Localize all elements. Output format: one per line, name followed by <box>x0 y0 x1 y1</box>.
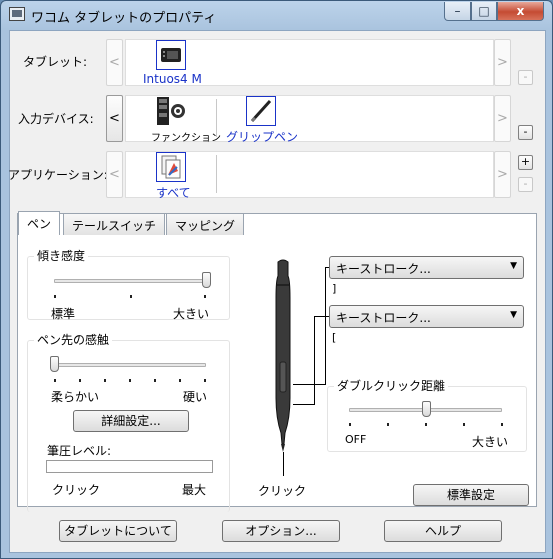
lower-button-key-value: [ <box>332 331 337 344</box>
pen-tip-leader <box>283 452 284 476</box>
lower-button-dropdown[interactable]: キーストローク... ▼ <box>329 305 524 328</box>
tip-tick <box>79 379 81 382</box>
tip-feel-max-label: 硬い <box>183 390 208 404</box>
tilt-tick <box>130 295 132 298</box>
tilt-tick <box>54 295 56 298</box>
app-scroll-right-button[interactable]: > <box>494 151 511 198</box>
tab-mapping[interactable]: マッピング <box>166 213 245 235</box>
dc-tick <box>387 423 389 426</box>
app-divider <box>216 155 217 193</box>
device-row-label: 入力デバイス: <box>18 112 94 126</box>
dc-tick <box>425 423 427 426</box>
tilt-title: 傾き感度 <box>34 247 89 264</box>
tablet-row-label: タブレット: <box>23 55 88 69</box>
upper-button-dropdown-value: キーストローク... <box>336 262 431 276</box>
dc-tick <box>501 423 503 426</box>
dc-tick <box>463 423 465 426</box>
app-row-label: アプリケーション: <box>8 168 108 182</box>
pressure-level-label: 筆圧レベル: <box>47 444 112 458</box>
tilt-tick <box>204 295 206 298</box>
window-title: ワコム タブレットのプロパティ <box>31 11 217 26</box>
double-click-title: ダブルクリック距離 <box>334 377 449 394</box>
properties-window: ワコム タブレットのプロパティ – □ x タブレット: < Intuos4 M… <box>0 0 553 559</box>
upper-button-dropdown[interactable]: キーストローク... ▼ <box>329 256 524 279</box>
tilt-slider-thumb[interactable] <box>202 272 211 288</box>
tip-feel-min-label: 柔らかい <box>51 390 100 404</box>
tip-tick <box>204 379 206 382</box>
function-item-label[interactable]: ファンクション <box>151 129 221 144</box>
function-keys-icon[interactable] <box>156 96 186 126</box>
tablet-scroll-right-button[interactable]: > <box>494 39 511 86</box>
tip-tick <box>179 379 181 382</box>
device-scroll-right-button[interactable]: > <box>494 95 511 142</box>
lower-button-dropdown-value: キーストローク... <box>336 311 431 325</box>
client-area: タブレット: < Intuos4 M > - 入力デバイス: < ファンクション… <box>8 30 546 553</box>
tip-tick <box>54 379 56 382</box>
pen-image <box>268 258 298 454</box>
tilt-max-label: 大きい <box>173 307 210 321</box>
pressure-max-label: 最大 <box>182 483 207 497</box>
maximize-button[interactable]: □ <box>471 2 497 21</box>
all-applications-icon[interactable] <box>156 152 186 182</box>
tip-tick <box>154 379 156 382</box>
tab-pen[interactable]: ペン <box>18 211 61 235</box>
options-button[interactable]: オプション... <box>222 520 340 542</box>
grip-pen-icon[interactable] <box>246 96 276 126</box>
all-apps-item-label[interactable]: すべて <box>156 184 191 201</box>
tip-feel-slider-thumb[interactable] <box>50 356 59 372</box>
details-button[interactable]: 詳細設定... <box>73 410 189 432</box>
upper-button-leader-bottom <box>293 384 326 385</box>
tip-feel-slider-track[interactable] <box>54 363 206 367</box>
add-application-button[interactable]: + <box>518 155 533 170</box>
remove-device-button[interactable]: - <box>518 125 533 140</box>
pen-click-label: クリック <box>258 484 307 498</box>
grip-pen-item-label[interactable]: グリップペン <box>226 128 298 145</box>
device-divider <box>216 99 217 137</box>
lower-button-leader-top <box>314 316 330 317</box>
tip-feel-title: ペン先の感触 <box>34 331 113 348</box>
help-button[interactable]: ヘルプ <box>384 520 502 542</box>
double-click-max-label: 大きい <box>472 435 509 449</box>
tablet-scroll-left-button[interactable]: < <box>106 39 123 86</box>
window-app-icon <box>9 7 25 21</box>
about-tablet-button[interactable]: タブレットについて <box>59 520 177 542</box>
tablet-item-label[interactable]: Intuos4 M <box>143 72 202 86</box>
tilt-slider-track[interactable] <box>54 279 206 283</box>
tip-tick <box>104 379 106 382</box>
lower-button-leader-bottom <box>293 404 315 405</box>
upper-button-leader <box>325 267 326 385</box>
title-bar[interactable]: ワコム タブレットのプロパティ – □ x <box>1 1 552 29</box>
lower-button-leader <box>314 316 315 405</box>
close-button[interactable]: x <box>497 2 544 21</box>
tablet-icon[interactable] <box>156 40 186 70</box>
chevron-down-icon: ▼ <box>510 310 517 320</box>
chevron-down-icon: ▼ <box>510 261 517 271</box>
device-scroll-left-button[interactable]: < <box>106 95 123 142</box>
upper-button-key-value: ] <box>332 282 337 295</box>
double-click-min-label: OFF <box>345 433 367 446</box>
tab-tail-switch[interactable]: テールスイッチ <box>63 213 166 235</box>
pressure-click-label: クリック <box>52 483 101 497</box>
minimize-button[interactable]: – <box>444 2 471 21</box>
dc-tick <box>349 423 351 426</box>
restore-defaults-button[interactable]: 標準設定 <box>413 484 529 506</box>
tip-tick <box>129 379 131 382</box>
pressure-level-bar <box>46 460 213 473</box>
remove-application-button[interactable]: - <box>518 177 533 192</box>
double-click-slider-thumb[interactable] <box>421 401 431 417</box>
tilt-min-label: 標準 <box>51 307 76 321</box>
remove-tablet-button[interactable]: - <box>518 70 533 85</box>
app-scroll-left-button[interactable]: < <box>106 151 123 198</box>
